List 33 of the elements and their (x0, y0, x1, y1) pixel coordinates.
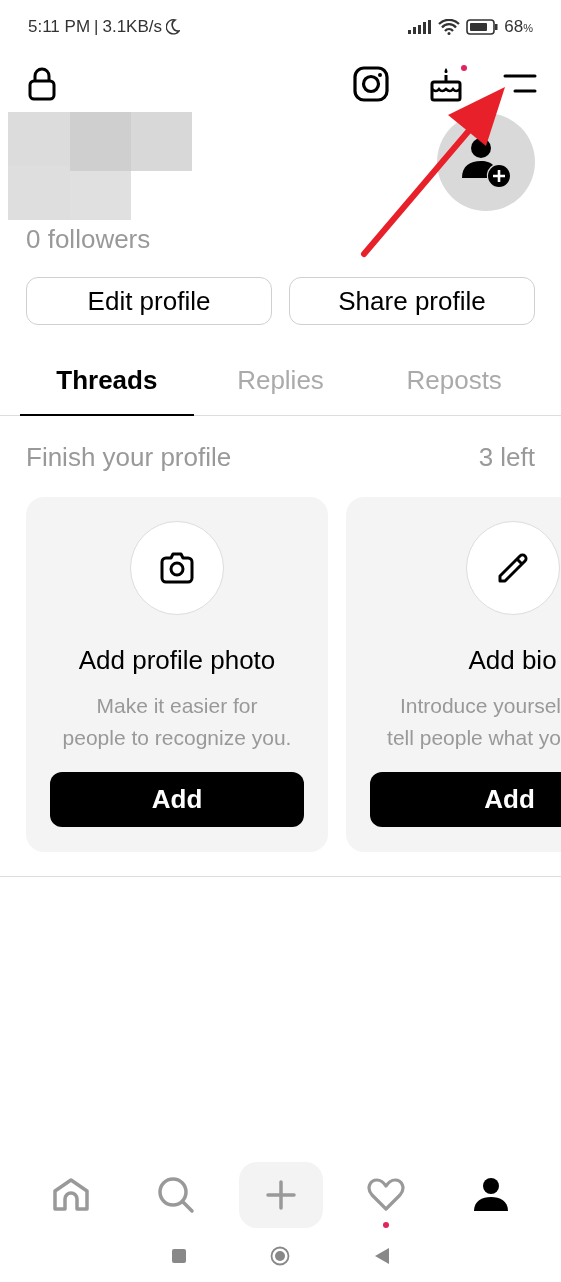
lock-icon[interactable] (28, 67, 56, 101)
section-title: Finish your profile (26, 442, 232, 473)
card-description: Introduce yoursel tell people what yo (386, 693, 561, 751)
home-button-icon[interactable] (270, 1246, 291, 1266)
network-speed: 3.1KB/s (102, 17, 163, 37)
battery-icon (466, 19, 499, 35)
plus-icon (265, 1180, 296, 1210)
status-separator: | (94, 17, 99, 37)
camera-icon (160, 552, 194, 584)
profile-action-button[interactable]: Share profile (289, 277, 535, 325)
search-icon (156, 1176, 195, 1214)
back-icon[interactable] (374, 1248, 389, 1264)
add-person-icon (461, 136, 511, 188)
add-button[interactable]: Add (50, 772, 304, 827)
moon-icon (166, 19, 181, 35)
add-button[interactable]: Add (370, 772, 561, 827)
recents-icon[interactable] (172, 1249, 187, 1263)
profile-icon (472, 1177, 509, 1213)
profile-tab[interactable]: Threads (20, 365, 194, 416)
cake-icon[interactable] (429, 66, 463, 102)
battery-percent: 68% (504, 17, 533, 37)
card-title: Add profile photo (78, 645, 276, 676)
remaining-count: 3 left (478, 442, 535, 473)
instagram-icon[interactable] (353, 66, 389, 102)
card-title: Add bio (467, 645, 558, 676)
menu-icon[interactable] (503, 73, 537, 95)
wifi-icon (438, 19, 461, 35)
status-time: 5:11 PM (28, 17, 91, 37)
signal-icon (408, 20, 433, 34)
profile-action-button[interactable]: Edit profile (26, 277, 272, 325)
home-icon (50, 1177, 91, 1213)
card-description: Make it easier for people to recognize you. (62, 693, 292, 751)
heart-icon (366, 1178, 405, 1212)
